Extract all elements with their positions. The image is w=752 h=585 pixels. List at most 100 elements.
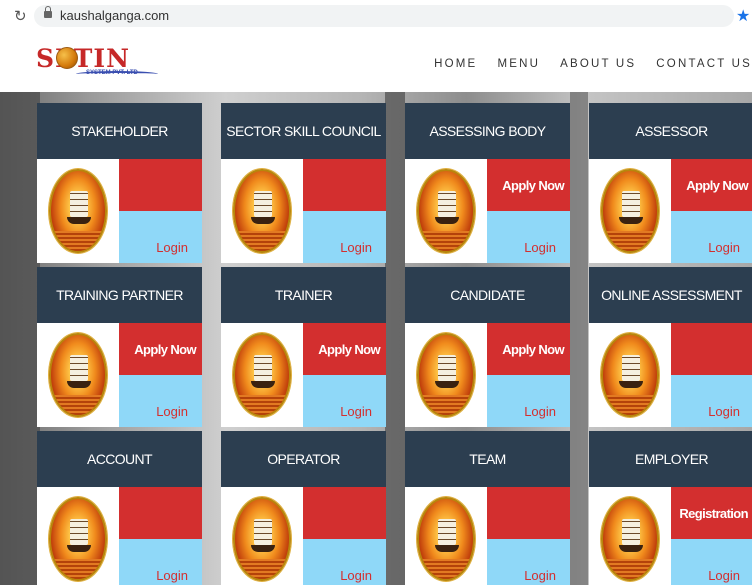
nav-contact-us[interactable]: CONTACT US (656, 58, 752, 70)
ship-emblem-icon (417, 497, 475, 581)
card-emblem (221, 487, 303, 585)
login-button[interactable]: Login (487, 211, 570, 263)
apply-button[interactable] (303, 487, 386, 539)
url-text: kaushalganga.com (60, 8, 170, 23)
portal-card: SECTOR SKILL COUNCIL Login (221, 103, 386, 263)
globe-icon (56, 47, 78, 69)
logo-subtitle: SYSTEM PVT. LTD (86, 70, 138, 76)
card-title: TRAINER (221, 267, 386, 323)
ship-emblem-icon (49, 333, 107, 417)
ship-emblem-icon (601, 333, 659, 417)
company-logo[interactable]: SFTIN SYSTEM PVT. LTD (36, 44, 158, 82)
apply-button[interactable] (119, 159, 202, 211)
apply-button[interactable]: Apply Now (487, 159, 570, 211)
nav-about-us[interactable]: ABOUT US (560, 58, 636, 70)
card-title: CANDIDATE (405, 267, 570, 323)
reload-icon[interactable]: ↻ (14, 7, 27, 25)
sea-graphic (603, 395, 657, 415)
card-title: EMPLOYER (589, 431, 752, 487)
portal-card: ACCOUNT Login (37, 431, 202, 585)
main-nav: HOME MENU ABOUT US CONTACT US (434, 58, 752, 70)
site-header: SFTIN SYSTEM PVT. LTD HOME MENU ABOUT US… (0, 32, 752, 92)
bookmark-star-icon[interactable]: ★ (736, 6, 750, 26)
apply-button[interactable] (671, 323, 752, 375)
nav-home[interactable]: HOME (434, 58, 477, 70)
nav-menu[interactable]: MENU (497, 58, 540, 70)
card-emblem (405, 487, 487, 585)
sea-graphic (603, 231, 657, 251)
portal-card: ASSESSOR Apply Now Login (589, 103, 752, 263)
ship-graphic (619, 355, 643, 391)
ship-emblem-icon (49, 497, 107, 581)
ship-graphic (619, 191, 643, 227)
card-title: ASSESSING BODY (405, 103, 570, 159)
apply-button[interactable] (487, 487, 570, 539)
portal-card: CANDIDATE Apply Now Login (405, 267, 570, 427)
login-button[interactable]: Login (671, 211, 752, 263)
address-bar[interactable]: kaushalganga.com (34, 5, 734, 27)
card-title: ONLINE ASSESSMENT (589, 267, 752, 323)
portal-card: TRAINER Apply Now Login (221, 267, 386, 427)
login-button[interactable]: Login (671, 375, 752, 427)
card-emblem (405, 159, 487, 263)
apply-button[interactable] (119, 487, 202, 539)
card-title: ASSESSOR (589, 103, 752, 159)
ship-emblem-icon (601, 497, 659, 581)
card-emblem (37, 159, 119, 263)
card-emblem (589, 487, 671, 585)
ship-emblem-icon (233, 333, 291, 417)
background-photo (0, 92, 40, 585)
apply-button[interactable] (303, 159, 386, 211)
sea-graphic (419, 395, 473, 415)
login-button[interactable]: Login (303, 375, 386, 427)
portal-card: OPERATOR Login (221, 431, 386, 585)
login-button[interactable]: Login (487, 375, 570, 427)
portal-grid: STAKEHOLDER Login SECTOR SKILL COUNCIL Logi… (0, 92, 752, 585)
login-button[interactable]: Login (303, 211, 386, 263)
ship-emblem-icon (601, 169, 659, 253)
login-button[interactable]: Login (119, 375, 202, 427)
ship-graphic (251, 519, 275, 555)
portal-card: TRAINING PARTNER Apply Now Login (37, 267, 202, 427)
portal-card: ONLINE ASSESSMENT Login (589, 267, 752, 427)
card-emblem (589, 159, 671, 263)
ship-graphic (619, 519, 643, 555)
ship-emblem-icon (233, 169, 291, 253)
apply-button[interactable]: Apply Now (119, 323, 202, 375)
ship-graphic (435, 519, 459, 555)
portal-card: TEAM Login (405, 431, 570, 585)
card-emblem (221, 159, 303, 263)
login-button[interactable]: Login (119, 539, 202, 585)
login-button[interactable]: Login (487, 539, 570, 585)
background-photo-shade (570, 92, 588, 585)
login-button[interactable]: Login (671, 539, 752, 585)
portal-card: ASSESSING BODY Apply Now Login (405, 103, 570, 263)
sea-graphic (51, 559, 105, 579)
sea-graphic (235, 395, 289, 415)
apply-button[interactable]: Registration (671, 487, 752, 539)
login-button[interactable]: Login (119, 211, 202, 263)
ship-graphic (435, 191, 459, 227)
ship-graphic (67, 519, 91, 555)
portal-card: EMPLOYER Registration Login (589, 431, 752, 585)
sea-graphic (419, 559, 473, 579)
ship-graphic (67, 191, 91, 227)
card-emblem (405, 323, 487, 427)
login-button[interactable]: Login (303, 539, 386, 585)
card-title: SECTOR SKILL COUNCIL (221, 103, 386, 159)
portal-card: STAKEHOLDER Login (37, 103, 202, 263)
card-title: TEAM (405, 431, 570, 487)
apply-button[interactable]: Apply Now (671, 159, 752, 211)
ship-emblem-icon (417, 169, 475, 253)
apply-button[interactable]: Apply Now (303, 323, 386, 375)
card-title: ACCOUNT (37, 431, 202, 487)
lock-icon (44, 6, 52, 18)
apply-button[interactable]: Apply Now (487, 323, 570, 375)
ship-graphic (435, 355, 459, 391)
ship-graphic (251, 355, 275, 391)
logo-text: SFTIN (36, 44, 130, 73)
sea-graphic (51, 395, 105, 415)
card-title: TRAINING PARTNER (37, 267, 202, 323)
sea-graphic (603, 559, 657, 579)
ship-emblem-icon (233, 497, 291, 581)
